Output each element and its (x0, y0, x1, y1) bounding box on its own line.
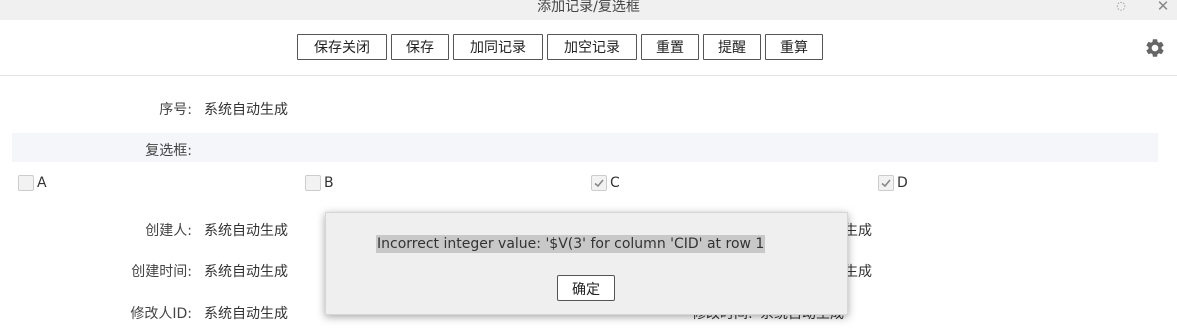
checkbox-c[interactable] (591, 175, 607, 191)
checkbox-a[interactable] (18, 175, 34, 191)
checkbox-c-label[interactable]: C (610, 175, 620, 191)
restore-icon[interactable]: ◌ (1113, 0, 1129, 14)
checkbox-d[interactable] (878, 175, 894, 191)
add-same-record-button[interactable]: 加同记录 (453, 34, 543, 60)
close-icon[interactable]: ✕ (1155, 0, 1171, 14)
recalculate-button[interactable]: 重算 (765, 34, 823, 60)
title-bar: 添加记录/复选框 ◌ ✕ (0, 0, 1177, 20)
right-field-value: 生成 (844, 264, 872, 280)
window-title: 添加记录/复选框 (537, 0, 640, 15)
creator-label: 创建人: (145, 223, 192, 239)
reset-button[interactable]: 重置 (641, 34, 699, 60)
seq-label: 序号: (159, 102, 192, 118)
checkmark-icon (594, 179, 604, 188)
remind-button[interactable]: 提醒 (703, 34, 761, 60)
checkbox-d-label[interactable]: D (897, 175, 908, 191)
save-close-button[interactable]: 保存关闭 (297, 34, 387, 60)
toolbar: 保存关闭 保存 加同记录 加空记录 重置 提醒 重算 (0, 34, 1177, 60)
created-time-value: 系统自动生成 (204, 264, 288, 280)
created-time-label: 创建时间: (131, 264, 192, 280)
add-empty-record-button[interactable]: 加空记录 (547, 34, 637, 60)
right-field-value: 生成 (844, 223, 872, 239)
modifier-id-label: 修改人ID: (130, 306, 192, 322)
save-button[interactable]: 保存 (391, 34, 449, 60)
checkbox-field-label: 复选框: (145, 143, 192, 159)
checkbox-a-label[interactable]: A (37, 175, 47, 191)
seq-value: 系统自动生成 (204, 102, 288, 118)
checkbox-b-label[interactable]: B (324, 175, 334, 191)
checkmark-icon (881, 179, 891, 188)
ok-button[interactable]: 确定 (557, 275, 615, 301)
creator-value: 系统自动生成 (204, 223, 288, 239)
modifier-id-value: 系统自动生成 (204, 306, 288, 322)
error-message: Incorrect integer value: '$V(3' for colu… (376, 235, 766, 253)
gear-icon[interactable] (1144, 37, 1166, 59)
toolbar-divider (0, 75, 1177, 76)
checkbox-b[interactable] (305, 175, 321, 191)
error-dialog: Incorrect integer value: '$V(3' for colu… (325, 212, 848, 315)
